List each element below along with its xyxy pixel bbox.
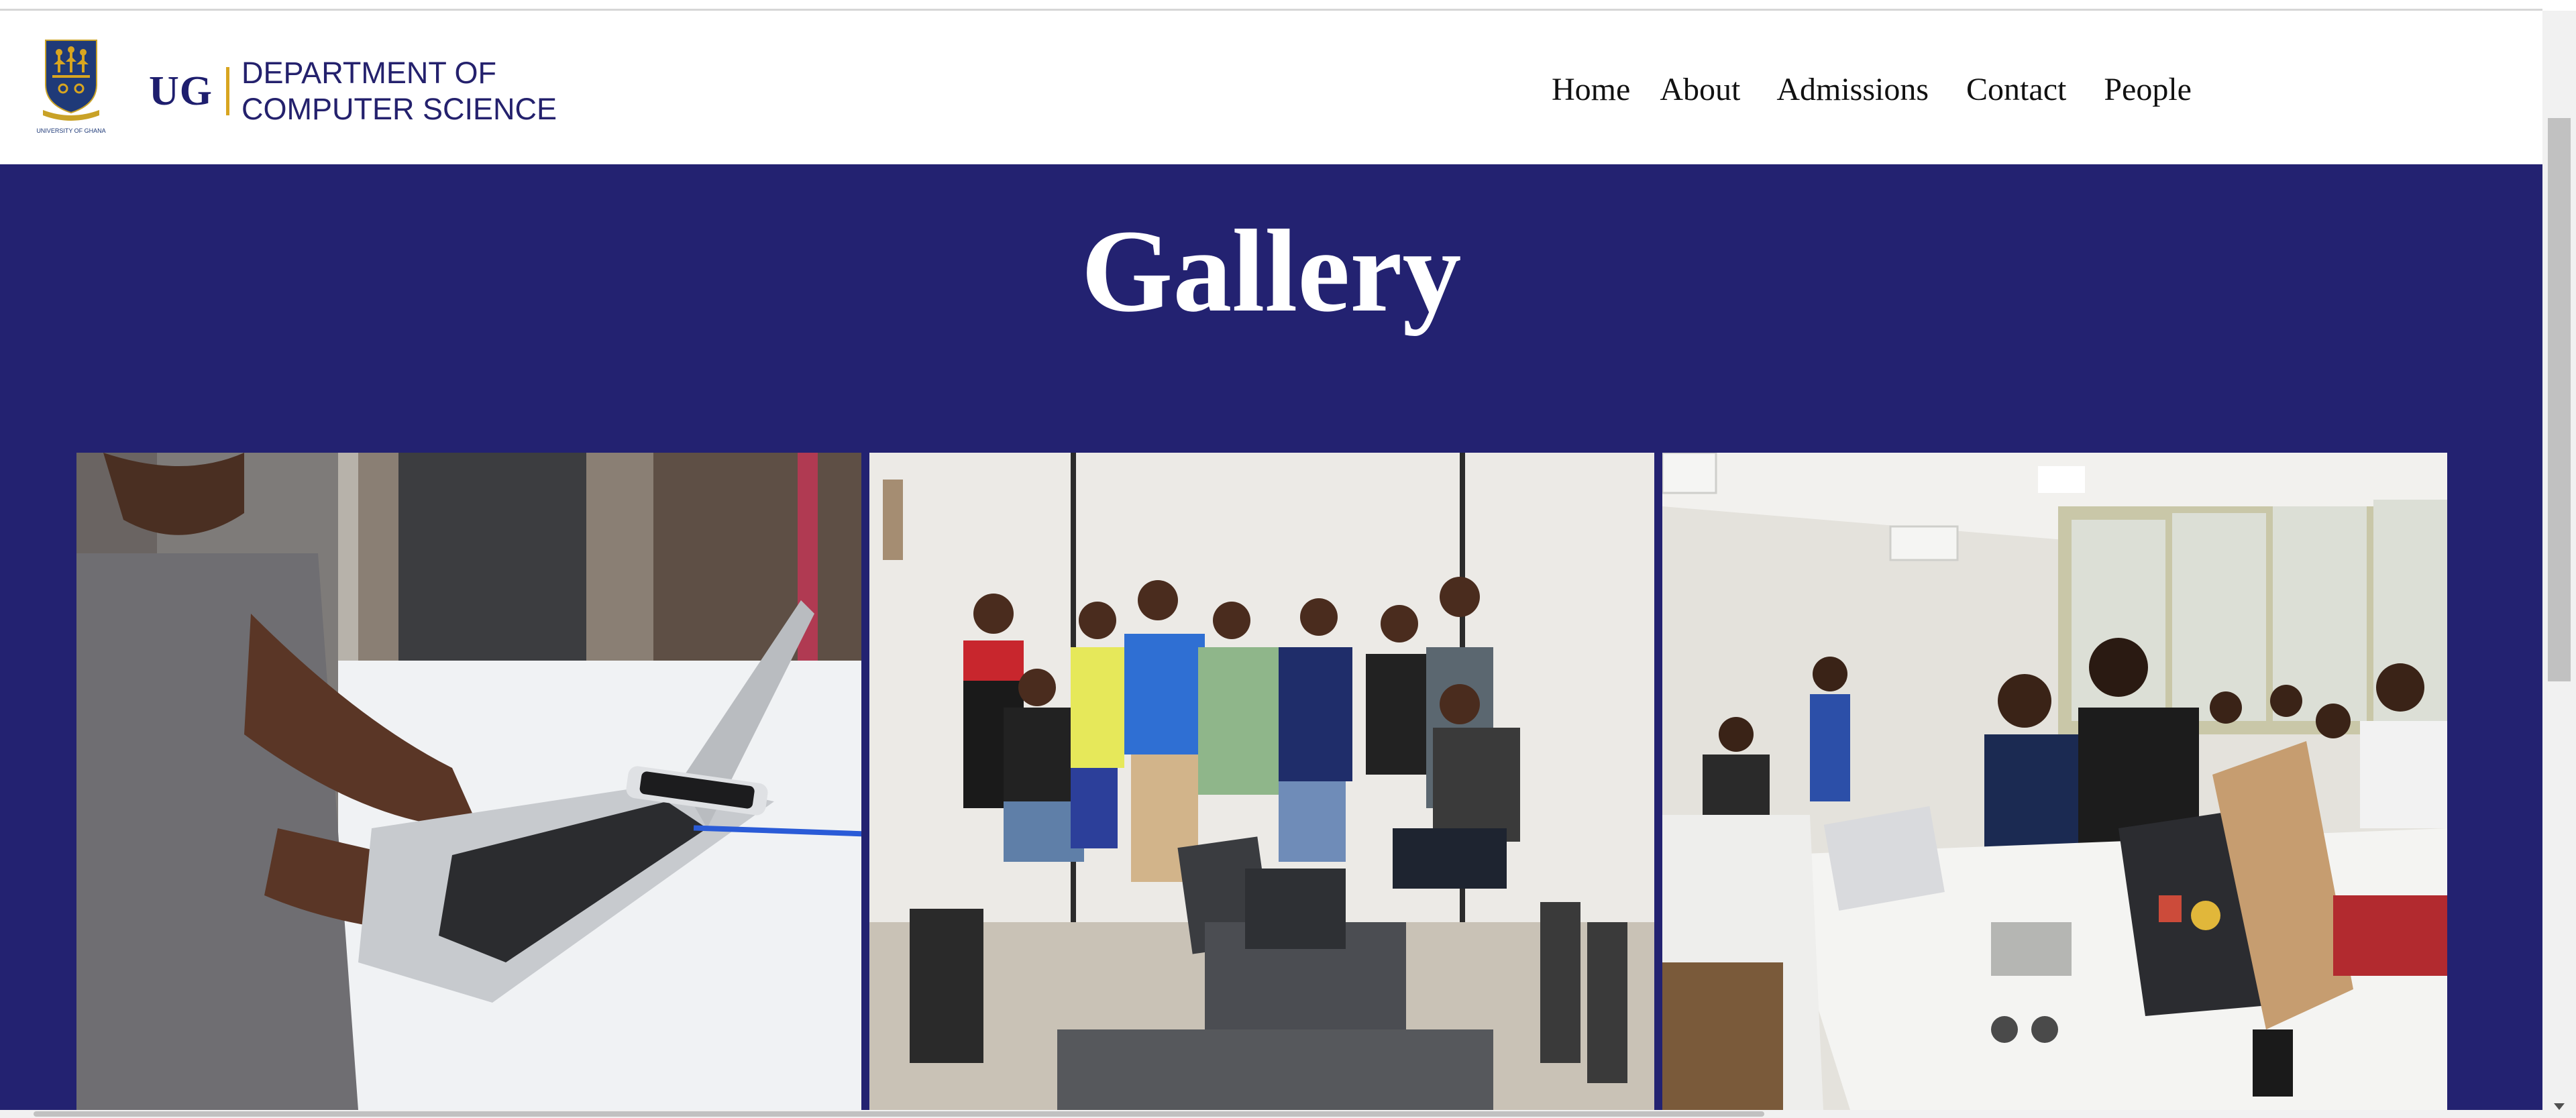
gallery-image-laptop[interactable] [76,453,861,1110]
department-name-line1: DEPARTMENT OF [241,56,497,90]
main-nav: Home About Admissions Contact People [1552,59,2192,119]
svg-text:UNIVERSITY OF GHANA: UNIVERSITY OF GHANA [36,127,105,134]
page-title: Gallery [1081,206,1462,337]
nav-about[interactable]: About [1660,71,1740,108]
university-crest-logo[interactable]: UNIVERSITY OF GHANA [36,35,106,135]
site-header: UNIVERSITY OF GHANA UG DEPARTMENT OF COM… [0,11,2542,164]
department-wordmark[interactable]: UG DEPARTMENT OF COMPUTER SCIENCE [149,55,557,127]
nav-admissions[interactable]: Admissions [1776,71,1929,108]
vertical-scroll-thumb[interactable] [2548,118,2571,681]
horizontal-scroll-thumb[interactable] [34,1111,1764,1117]
ug-logo-mark: UG [149,68,213,114]
department-name-line2: COMPUTER SCIENCE [241,92,557,126]
vertical-scrollbar[interactable] [2542,11,2576,1118]
nav-people[interactable]: People [2104,71,2192,108]
gallery-image-lab[interactable] [1662,453,2447,1110]
group-photo [869,453,1654,1110]
browser-top-edge [0,0,2542,11]
department-name: DEPARTMENT OF COMPUTER SCIENCE [241,55,557,127]
nav-contact[interactable]: Contact [1966,71,2066,108]
scroll-down-arrow-icon[interactable] [2554,1103,2565,1110]
horizontal-scrollbar[interactable] [0,1110,2542,1118]
lab-photo [1662,453,2447,1110]
gallery-image-group[interactable] [869,453,1654,1110]
nav-home[interactable]: Home [1552,71,1630,108]
logo-divider [226,67,229,115]
laptop-photo [76,453,861,1110]
